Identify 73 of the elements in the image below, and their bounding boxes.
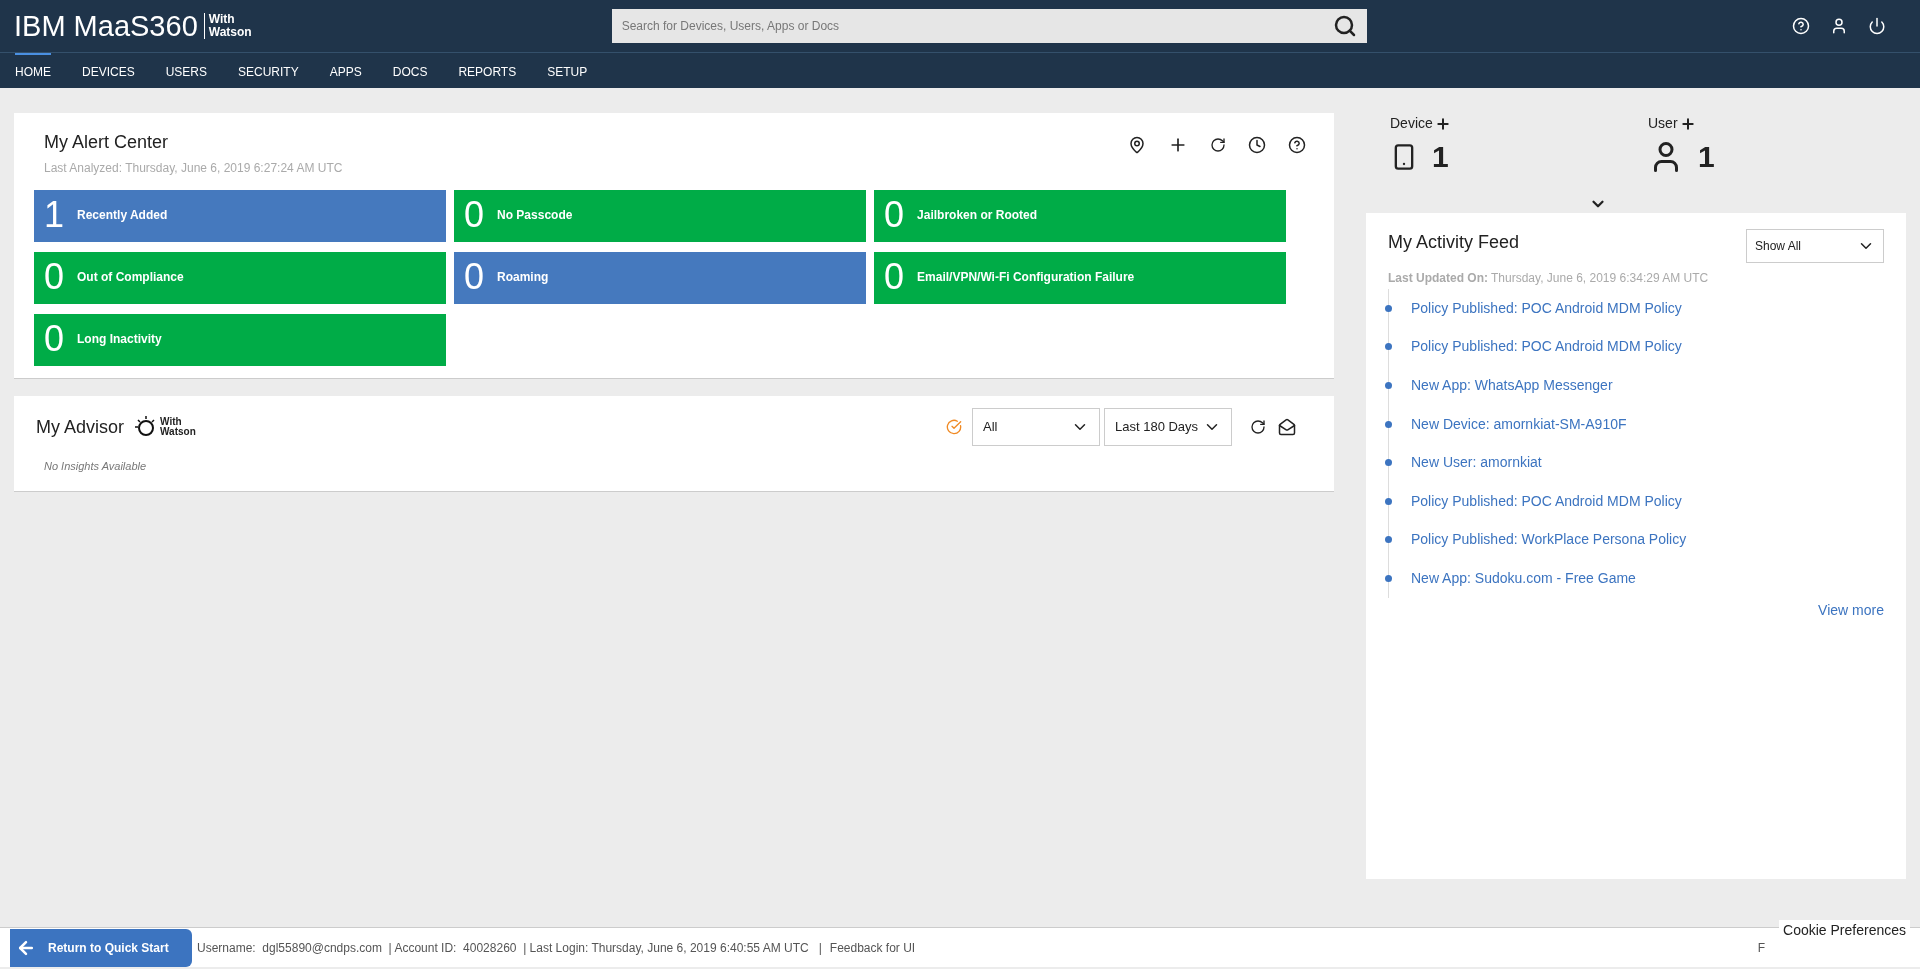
watson-label: With: [160, 417, 183, 427]
add-icon[interactable]: [1434, 115, 1451, 132]
tile-label: Jailbroken or Rooted: [917, 207, 1038, 224]
logo-suffix: With: [208, 13, 236, 26]
nav-tab[interactable]: DEVICES: [82, 53, 135, 88]
nav-tab[interactable]: USERS: [165, 53, 208, 88]
alert-tile[interactable]: 0 Email/VPN/Wi-Fi Configuration Failure: [874, 252, 1286, 304]
last-analyzed-text: Last Analyzed: Thursday, June 6, 2019 6:27:24 AM UTC: [44, 160, 343, 177]
alert-tile[interactable]: 1 Recently Added: [34, 190, 446, 242]
summary-count: 1: [1432, 139, 1449, 175]
tile-label: No Passcode: [497, 207, 573, 224]
mail-icon[interactable]: [1278, 418, 1296, 436]
tile-label: Roaming: [497, 269, 549, 286]
tile-label: Email/VPN/Wi-Fi Configuration Failure: [917, 269, 1135, 286]
feedback-link[interactable]: Feedback for UI: [829, 938, 916, 957]
watson-label: Watson: [160, 427, 196, 437]
tile-count: 0: [44, 255, 65, 299]
tile-count: 0: [884, 193, 905, 237]
summary-label: Device: [1390, 114, 1433, 133]
activity-link[interactable]: New Device: amornkiat-SM-A910F: [1411, 413, 1627, 435]
nav-tab[interactable]: HOME: [15, 53, 51, 88]
activity-link[interactable]: Policy Published: POC Android MDM Policy: [1411, 490, 1682, 512]
alert-tile[interactable]: 0 No Passcode: [454, 190, 866, 242]
activity-link[interactable]: New App: WhatsApp Messenger: [1411, 375, 1613, 396]
power-icon[interactable]: [1868, 17, 1886, 35]
add-icon[interactable]: [1679, 115, 1696, 132]
search-icon[interactable]: [1332, 14, 1357, 38]
tile-count: 0: [884, 255, 905, 299]
nav-tab[interactable]: APPS: [329, 53, 362, 88]
alert-tile[interactable]: 0 Jailbroken or Rooted: [874, 190, 1286, 242]
empty-message: No Insights Available: [44, 459, 148, 474]
nav-tab[interactable]: SECURITY: [238, 53, 299, 88]
activity-link[interactable]: Policy Published: POC Android MDM Policy: [1411, 297, 1682, 319]
card-title: My Activity Feed: [1388, 231, 1520, 254]
summary-label: User: [1648, 114, 1678, 133]
nav-tab[interactable]: REPORTS: [458, 53, 517, 88]
clock-icon[interactable]: [1248, 136, 1266, 154]
activity-link[interactable]: Policy Published: POC Android MDM Policy: [1411, 336, 1682, 358]
quick-start-button[interactable]: Return to Quick Start: [10, 928, 192, 967]
location-pin-icon[interactable]: [1128, 136, 1146, 154]
view-more-link[interactable]: View more: [1818, 599, 1884, 621]
period-dropdown[interactable]: Last 180 Days: [1104, 408, 1232, 446]
tile-label: Recently Added: [77, 207, 168, 224]
tile-count: 0: [464, 193, 485, 237]
alert-tile[interactable]: 0 Long Inactivity: [34, 314, 446, 366]
updated-value: Thursday, June 6, 2019 6:34:29 AM UTC: [1491, 270, 1709, 287]
nav-tab[interactable]: DOCS: [392, 53, 428, 88]
truncated-text: F: [1757, 939, 1766, 957]
summary-count: 1: [1698, 139, 1715, 175]
activity-link[interactable]: New User: amornkiat: [1411, 452, 1542, 474]
logo: IBM MaaS360: [14, 11, 198, 41]
user-icon[interactable]: [1830, 17, 1848, 35]
feed-filter-dropdown[interactable]: Show All: [1746, 229, 1884, 263]
nav-tab[interactable]: SETUP: [547, 53, 588, 88]
tile-label: Long Inactivity: [77, 331, 162, 348]
alert-tile[interactable]: 0 Roaming: [454, 252, 866, 304]
filter-dropdown[interactable]: All: [972, 408, 1100, 446]
card-title: My Alert Center: [44, 131, 170, 154]
activity-link[interactable]: Policy Published: WorkPlace Persona Policy: [1411, 529, 1687, 551]
refresh-icon[interactable]: [1250, 419, 1266, 435]
card-title: My Advisor: [36, 415, 125, 439]
help-icon[interactable]: [1288, 136, 1306, 154]
logo-suffix: Watson: [208, 26, 252, 39]
account-info-text: Username: dgl55890@cndps.com | Account ID: 40028260 | Last Login: Thursday, June 6, 2019 6:40:55 AM UTC |: [197, 939, 822, 957]
refresh-icon[interactable]: [1210, 137, 1226, 153]
activity-link[interactable]: New App: Sudoku.com - Free Game: [1411, 567, 1636, 589]
tile-count: 1: [44, 193, 65, 237]
alert-tile[interactable]: 0 Out of Compliance: [34, 252, 446, 304]
tile-label: Out of Compliance: [77, 269, 184, 286]
tile-count: 0: [464, 255, 485, 299]
updated-label: Last Updated On:: [1388, 270, 1488, 287]
tile-count: 0: [44, 317, 65, 361]
search-field[interactable]: Search for Devices, Users, Apps or Docs: [611, 9, 1367, 43]
